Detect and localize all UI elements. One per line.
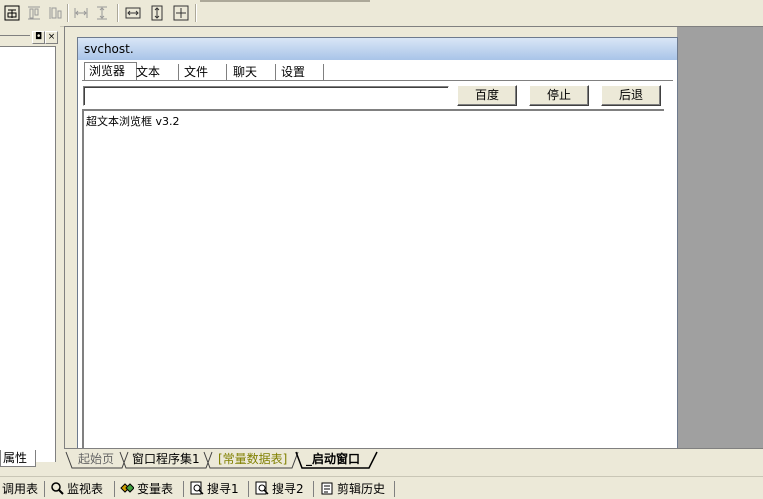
left-panel-content[interactable] bbox=[0, 46, 56, 462]
bottom-tab-label: 监视表 bbox=[67, 482, 104, 496]
tab-separator bbox=[183, 481, 184, 497]
same-height-icon[interactable] bbox=[148, 4, 166, 22]
toolbar-separator bbox=[117, 4, 118, 22]
same-size-icon[interactable] bbox=[172, 4, 190, 22]
document-tabs: 起始页 窗口程序集1 [常量数据表] _启动窗口 bbox=[64, 448, 763, 471]
browser-view[interactable]: 超文本浏览框 v3.2 bbox=[82, 109, 664, 450]
space-vertical-icon[interactable] bbox=[93, 4, 111, 22]
tab-file[interactable]: 文件 bbox=[180, 64, 227, 81]
tab-separator bbox=[248, 481, 249, 497]
baidu-button[interactable]: 百度 bbox=[457, 85, 517, 106]
bottom-tab-variables[interactable]: 变量表 bbox=[120, 481, 173, 497]
doc-tab-constants[interactable]: [常量数据表] bbox=[218, 451, 287, 468]
toolbar-edge bbox=[200, 0, 370, 2]
doc-tab-window-assembly[interactable]: 窗口程序集1 bbox=[132, 451, 200, 468]
toolbar-separator bbox=[67, 4, 68, 22]
bottom-panel-tabs: 调用表 监视表 变量表 搜寻1 搜寻2 剪辑历史 bbox=[0, 476, 763, 498]
bottom-tab-label: 调用表 bbox=[2, 482, 39, 496]
clipboard-icon bbox=[320, 481, 334, 495]
tab-settings[interactable]: 设置 bbox=[277, 64, 324, 81]
variable-icon bbox=[120, 481, 135, 495]
window-body: 浏览器 文本 文件 聊天 设置 百度 停止 后退 超文本浏览框 v3.2 bbox=[78, 60, 677, 450]
doc-tab-startup-window[interactable]: _启动窗口 bbox=[306, 451, 360, 468]
align-top-icon[interactable] bbox=[25, 4, 43, 22]
magnifier-icon bbox=[50, 481, 64, 495]
bottom-tab-clip-history[interactable]: 剪辑历史 bbox=[320, 481, 385, 497]
tab-underline bbox=[82, 80, 673, 81]
close-icon[interactable]: × bbox=[45, 31, 58, 44]
bottom-tab-watch[interactable]: 监视表 bbox=[50, 481, 103, 497]
left-panel-header: ◘ × bbox=[0, 29, 58, 44]
bottom-tab-call-table[interactable]: 调用表 bbox=[2, 481, 38, 497]
bottom-tab-search2[interactable]: 搜寻2 bbox=[255, 481, 304, 497]
stop-button[interactable]: 停止 bbox=[529, 85, 589, 106]
tab-browser[interactable]: 浏览器 bbox=[84, 62, 137, 81]
search-doc-icon bbox=[190, 481, 204, 495]
tab-separator bbox=[44, 481, 45, 497]
window-titlebar[interactable]: svchost. bbox=[78, 38, 677, 60]
tab-separator bbox=[313, 481, 314, 497]
browser-placeholder-text: 超文本浏览框 v3.2 bbox=[86, 115, 180, 128]
doc-tab-start-page[interactable]: 起始页 bbox=[78, 451, 114, 468]
back-button[interactable]: 后退 bbox=[601, 85, 661, 106]
url-input[interactable] bbox=[83, 86, 449, 106]
bottom-tab-search1[interactable]: 搜寻1 bbox=[190, 481, 239, 497]
bottom-tab-label: 搜寻1 bbox=[207, 482, 239, 496]
bottom-tab-label: 剪辑历史 bbox=[337, 482, 386, 496]
search-doc-icon bbox=[255, 481, 269, 495]
bottom-tab-label: 变量表 bbox=[137, 482, 174, 496]
tab-separator bbox=[394, 481, 395, 497]
design-window[interactable]: svchost. 浏览器 文本 文件 聊天 设置 百度 停止 后退 超文本浏览框… bbox=[77, 37, 678, 450]
property-tab[interactable]: 属性 bbox=[0, 450, 36, 467]
tab-chat[interactable]: 聊天 bbox=[229, 64, 276, 81]
toolbar bbox=[0, 0, 763, 27]
restore-icon[interactable]: ◘ bbox=[32, 31, 45, 44]
bottom-tab-label: 搜寻2 bbox=[272, 482, 304, 496]
window-title: svchost. bbox=[84, 42, 134, 56]
tab-text[interactable]: 文本 bbox=[132, 64, 179, 81]
same-width-icon[interactable] bbox=[124, 4, 142, 22]
tab-separator bbox=[114, 481, 115, 497]
space-horizontal-icon[interactable] bbox=[72, 4, 90, 22]
toolbar-separator bbox=[195, 4, 196, 22]
left-panel: ◘ × bbox=[0, 26, 60, 462]
align-bottom-icon[interactable] bbox=[46, 4, 64, 22]
align-center-icon[interactable] bbox=[3, 4, 21, 22]
